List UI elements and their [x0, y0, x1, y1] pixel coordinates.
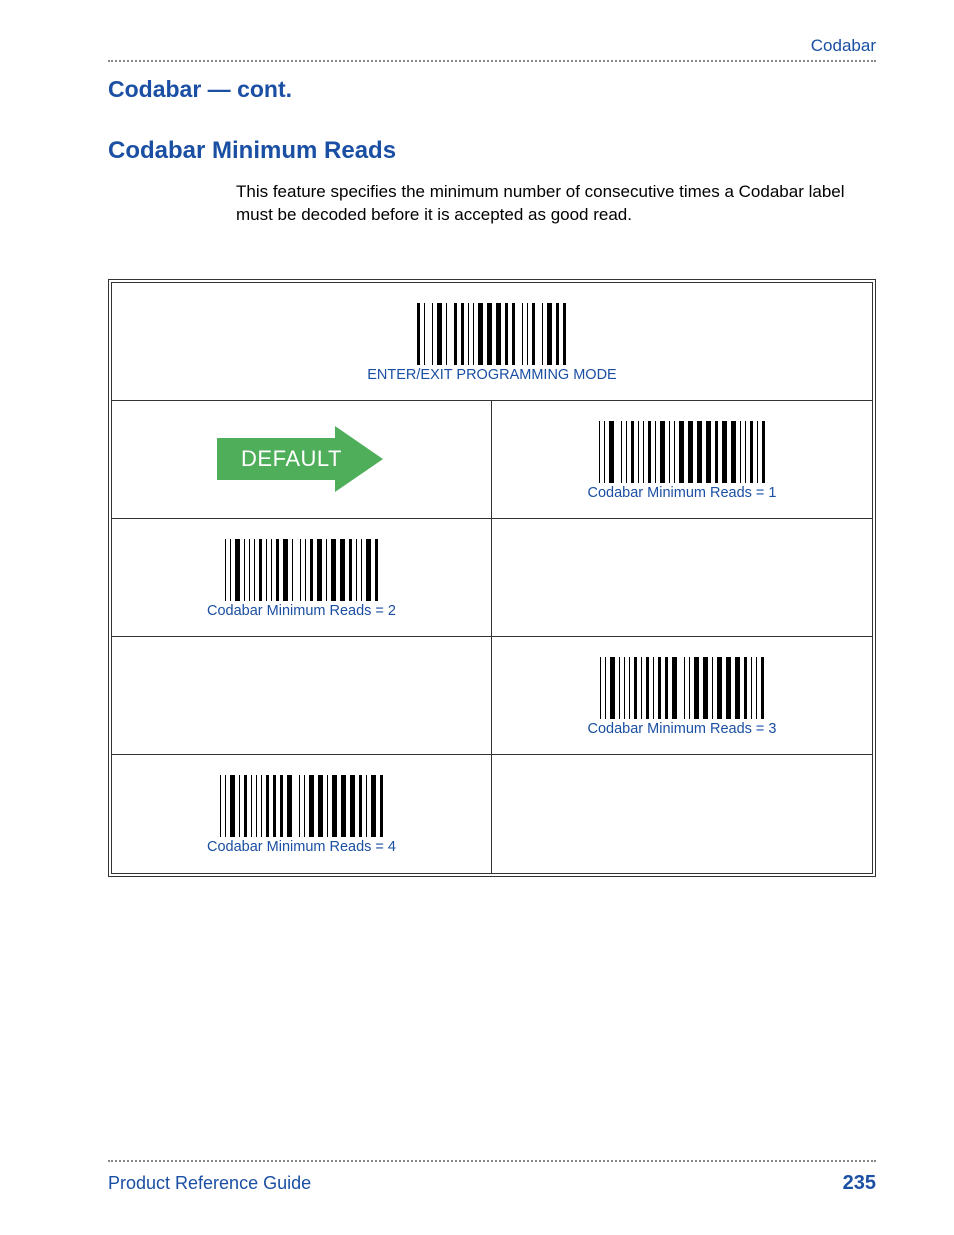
footer-divider	[108, 1160, 876, 1162]
barcode-bars-icon	[207, 539, 396, 601]
barcode-reads-1: Codabar Minimum Reads = 1	[588, 421, 777, 501]
barcode-reads-3: Codabar Minimum Reads = 3	[588, 657, 777, 737]
barcode-bars-icon	[367, 303, 616, 365]
default-arrow: DEFAULT	[217, 430, 387, 488]
header-divider	[108, 60, 876, 62]
barcode-bars-icon	[207, 775, 396, 837]
section-title: Codabar — cont.	[108, 76, 876, 103]
footer-title: Product Reference Guide	[108, 1173, 311, 1194]
footer-page-number: 235	[843, 1172, 876, 1195]
barcode-caption: ENTER/EXIT PROGRAMMING MODE	[367, 367, 616, 383]
barcode-caption: Codabar Minimum Reads = 4	[207, 839, 396, 855]
barcode-caption: Codabar Minimum Reads = 2	[207, 603, 396, 619]
page-footer: Product Reference Guide 235	[108, 1160, 876, 1195]
barcode-bars-icon	[588, 657, 777, 719]
barcode-reads-4: Codabar Minimum Reads = 4	[207, 775, 396, 855]
config-table: ENTER/EXIT PROGRAMMING MODE DEFAULT	[108, 279, 876, 877]
section-subtitle: Codabar Minimum Reads	[108, 137, 876, 165]
default-label: DEFAULT	[217, 430, 367, 488]
running-head: Codabar	[108, 36, 876, 56]
barcode-caption: Codabar Minimum Reads = 1	[588, 485, 777, 501]
barcode-reads-2: Codabar Minimum Reads = 2	[207, 539, 396, 619]
section-body: This feature specifies the minimum numbe…	[236, 181, 876, 227]
barcode-enter-exit: ENTER/EXIT PROGRAMMING MODE	[367, 303, 616, 383]
barcode-caption: Codabar Minimum Reads = 3	[588, 721, 777, 737]
barcode-bars-icon	[588, 421, 777, 483]
